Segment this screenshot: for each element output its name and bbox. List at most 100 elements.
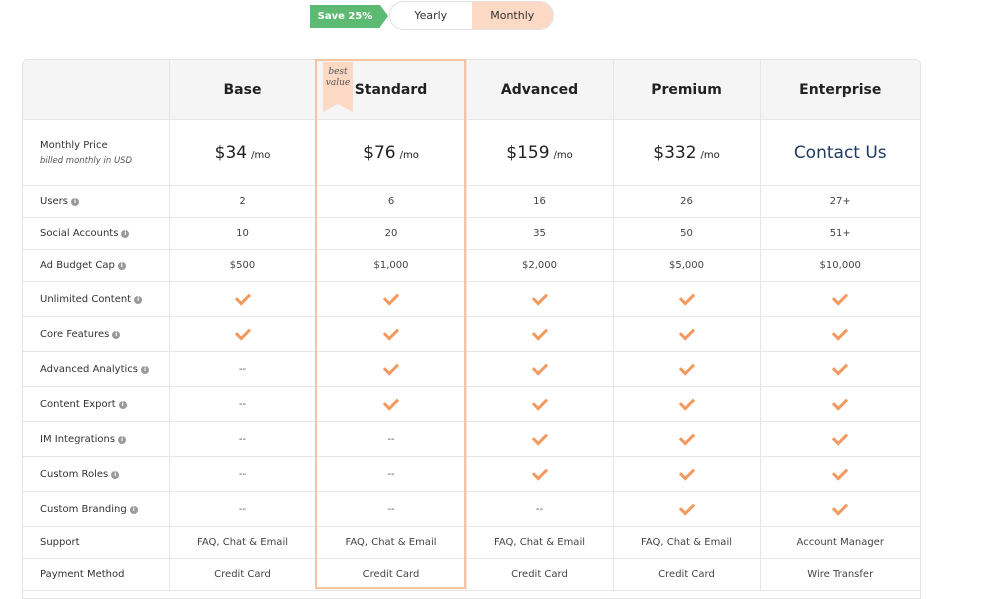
check-icon xyxy=(531,428,548,446)
value-cell: $2,000 xyxy=(466,249,614,282)
feature-row: Payment Method Credit Card Credit Card Cred… xyxy=(23,558,920,591)
value-cell: Account Manager xyxy=(760,526,920,559)
feature-row: Content Export i -- xyxy=(23,386,920,422)
yearly-option[interactable]: Yearly xyxy=(390,2,472,29)
feature-label: Payment Method xyxy=(23,558,170,591)
check-icon xyxy=(832,323,849,341)
check-cell xyxy=(613,281,761,317)
info-icon[interactable]: i xyxy=(118,400,127,409)
check-icon xyxy=(678,323,695,341)
feature-row: Unlimited Content i xyxy=(23,281,920,317)
dash-cell: -- xyxy=(316,456,467,492)
value-cell: Wire Transfer xyxy=(760,558,920,591)
not-included: -- xyxy=(387,468,395,480)
plan-name-advanced: Advanced xyxy=(466,60,614,120)
feature-row: Support FAQ, Chat & Email FAQ, Chat & Emai… xyxy=(23,526,920,559)
check-cell xyxy=(613,421,761,457)
value-cell: 10 xyxy=(169,217,317,250)
check-icon xyxy=(678,358,695,376)
check-cell xyxy=(316,281,467,317)
price-row-label: Monthly Price billed monthly in USD xyxy=(23,119,170,186)
check-icon xyxy=(234,323,251,341)
info-icon[interactable]: i xyxy=(121,230,130,238)
not-included: -- xyxy=(238,503,247,515)
value-cell: FAQ, Chat & Email xyxy=(316,526,467,559)
check-icon xyxy=(382,288,400,306)
not-included: -- xyxy=(387,503,395,515)
price-label: Monthly Price xyxy=(40,139,108,151)
price-unit: /mo xyxy=(700,149,720,161)
value-cell: Credit Card xyxy=(613,558,761,591)
check-icon xyxy=(832,498,849,516)
monthly-option[interactable]: Monthly xyxy=(471,2,553,29)
feature-label: IM Integrations i xyxy=(23,421,170,457)
info-icon[interactable]: i xyxy=(118,435,127,444)
feature-label: Custom Branding i xyxy=(23,491,170,527)
dash-cell: -- xyxy=(169,421,317,457)
check-cell xyxy=(760,351,920,387)
check-icon xyxy=(832,463,849,481)
feature-label: Core Features i xyxy=(23,316,170,352)
check-cell xyxy=(466,316,614,352)
check-icon xyxy=(531,463,548,481)
check-icon xyxy=(832,428,849,446)
value-cell: 51+ xyxy=(760,217,920,250)
price-value: $332 xyxy=(653,142,697,163)
contact-us-link[interactable]: Contact Us xyxy=(794,143,887,163)
value-cell: FAQ, Chat & Email xyxy=(169,526,317,559)
plan-name-enterprise: Enterprise xyxy=(760,60,920,120)
price-unit: /mo xyxy=(251,149,271,161)
not-included: -- xyxy=(387,433,395,445)
feature-row: Core Features i xyxy=(23,316,920,352)
feature-label: Support xyxy=(23,526,170,559)
feature-label: Unlimited Content i xyxy=(23,281,170,317)
info-icon[interactable]: i xyxy=(129,505,138,514)
feature-label-text: Support xyxy=(40,537,80,548)
not-included: -- xyxy=(238,433,247,445)
save-badge: Save 25% xyxy=(310,5,388,28)
value-cell: 6 xyxy=(316,185,467,218)
ribbon-text-bottom: value xyxy=(325,78,351,88)
feature-label: Custom Roles i xyxy=(23,456,170,492)
value-cell: FAQ, Chat & Email xyxy=(466,526,614,559)
billing-toggle[interactable]: Yearly Monthly xyxy=(389,1,554,30)
plan-name-premium: Premium xyxy=(613,60,761,120)
check-icon xyxy=(234,288,251,306)
feature-label-text: Content Export xyxy=(40,398,116,410)
check-cell xyxy=(466,386,614,422)
feature-label-text: Social Accounts xyxy=(40,228,119,239)
info-icon[interactable]: i xyxy=(134,295,143,304)
check-icon xyxy=(531,288,548,306)
price-value: $159 xyxy=(506,142,550,163)
check-cell xyxy=(760,421,920,457)
check-icon xyxy=(678,463,695,481)
value-cell: $500 xyxy=(169,249,317,282)
info-icon[interactable]: i xyxy=(71,198,80,206)
check-icon xyxy=(832,393,849,411)
check-icon xyxy=(531,358,548,376)
value-cell: 16 xyxy=(466,185,614,218)
dash-cell: -- xyxy=(316,491,467,527)
check-icon xyxy=(531,393,548,411)
feature-label: Social Accounts i xyxy=(23,217,170,250)
check-icon xyxy=(678,288,695,306)
price-unit: /mo xyxy=(399,149,419,161)
check-icon xyxy=(832,358,849,376)
feature-label-text: Custom Branding xyxy=(40,503,127,515)
info-icon[interactable]: i xyxy=(117,262,126,270)
feature-row: Custom Roles i -- -- xyxy=(23,456,920,492)
pricing-table: Base Standard Advanced Premium Enterpris… xyxy=(22,59,921,599)
dash-cell: -- xyxy=(316,421,467,457)
info-icon[interactable]: i xyxy=(112,330,121,339)
info-icon[interactable]: i xyxy=(140,365,149,374)
feature-label-text: Advanced Analytics xyxy=(40,363,138,375)
info-icon[interactable]: i xyxy=(111,470,120,479)
not-included: -- xyxy=(238,468,247,480)
value-cell: 20 xyxy=(316,217,467,250)
check-cell xyxy=(169,281,317,317)
value-cell: 26 xyxy=(613,185,761,218)
dash-cell: -- xyxy=(169,456,317,492)
price-advanced: $159/mo xyxy=(466,119,614,186)
feature-row: Social Accounts i 10 20 35 50 51+ xyxy=(23,217,920,250)
dash-cell: -- xyxy=(466,491,614,527)
